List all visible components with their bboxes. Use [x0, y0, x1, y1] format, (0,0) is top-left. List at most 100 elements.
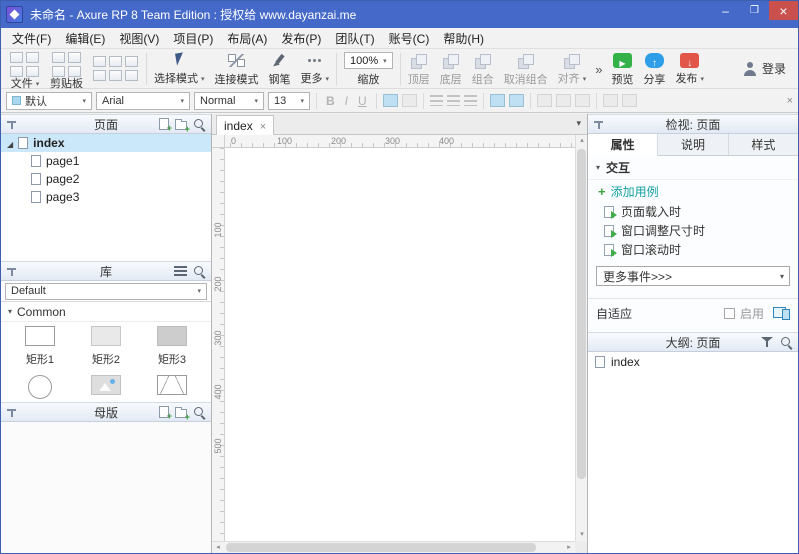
library-dropdown[interactable]: Default [5, 283, 207, 300]
pen-button[interactable]: 钢笔 [264, 51, 296, 87]
guides-icon[interactable] [125, 70, 138, 81]
formatbar-overflow-icon[interactable] [787, 95, 793, 107]
scroll-up-icon[interactable]: ▴ [576, 135, 588, 147]
vertical-scrollbar[interactable]: ▴ ▾ [575, 135, 587, 541]
grid-icon[interactable] [109, 70, 122, 81]
more-events-dropdown[interactable]: 更多事件>>> [596, 266, 790, 286]
canvas-tab-index[interactable]: index [216, 115, 274, 135]
group-button[interactable]: 组合 [467, 51, 499, 87]
widget-ellipse[interactable] [7, 375, 73, 399]
menu-edit[interactable]: 编辑(E) [58, 28, 112, 49]
copy-icon[interactable] [52, 66, 65, 77]
event-onwindowscroll[interactable]: 窗口滚动时 [588, 240, 798, 259]
align-right-icon[interactable] [464, 95, 477, 106]
widget-style-dropdown[interactable]: 默认 [6, 92, 92, 110]
new-file-icon[interactable] [10, 52, 23, 63]
line-style-icon[interactable] [556, 94, 571, 107]
corner-radius-icon[interactable] [622, 94, 637, 107]
bring-to-front-button[interactable]: 顶层 [403, 51, 435, 87]
replace-icon[interactable] [93, 70, 106, 81]
text-color-swatch[interactable] [383, 94, 398, 107]
fill-color-swatch[interactable] [490, 94, 505, 107]
share-button[interactable]: 分享 [638, 51, 670, 87]
widget-placeholder[interactable] [139, 375, 205, 399]
widget-image[interactable] [73, 375, 139, 399]
vertical-scroll-thumb[interactable] [577, 149, 586, 479]
redo-icon[interactable] [109, 56, 122, 67]
design-canvas[interactable] [225, 148, 575, 541]
widget-rectangle2[interactable]: 矩形2 [73, 326, 139, 367]
undo-icon[interactable] [93, 56, 106, 67]
select-mode-button[interactable]: 选择模式 [149, 51, 210, 87]
maximize-button[interactable] [740, 1, 769, 20]
menu-help[interactable]: 帮助(H) [436, 28, 491, 49]
print-icon[interactable] [26, 66, 39, 77]
scroll-left-icon[interactable]: ◂ [212, 542, 224, 554]
search-icon[interactable] [193, 406, 206, 419]
page-tree-item-index[interactable]: index [1, 134, 211, 152]
login-button[interactable]: 登录 [743, 51, 794, 87]
widget-rectangle1[interactable]: 矩形1 [7, 326, 73, 367]
cut-icon[interactable] [68, 52, 81, 63]
adaptive-enable-checkbox[interactable] [724, 308, 735, 319]
library-section-common[interactable]: Common [1, 302, 211, 322]
highlight-color-icon[interactable] [402, 94, 417, 107]
align-center-icon[interactable] [447, 95, 460, 106]
horizontal-scrollbar[interactable]: ◂ ▸ [212, 541, 575, 553]
pin-icon[interactable] [593, 119, 604, 130]
paste-icon[interactable] [52, 52, 65, 63]
ungroup-button[interactable]: 取消组合 [499, 51, 553, 87]
scroll-down-icon[interactable]: ▾ [576, 529, 588, 541]
event-onpageload[interactable]: 页面载入时 [588, 202, 798, 221]
add-case-link[interactable]: 添加用例 [588, 180, 798, 202]
toolbar-overflow-chevron[interactable] [591, 62, 606, 77]
horizontal-scroll-thumb[interactable] [226, 543, 536, 552]
pin-icon[interactable] [6, 266, 17, 277]
add-folder-icon[interactable] [175, 121, 187, 130]
search-icon[interactable] [193, 118, 206, 131]
menu-account[interactable]: 账号(C) [382, 28, 437, 49]
font-family-dropdown[interactable]: Arial [96, 92, 190, 110]
tab-properties[interactable]: 属性 [588, 134, 658, 156]
add-master-icon[interactable] [159, 406, 169, 418]
align-left-icon[interactable] [430, 95, 443, 106]
menu-file[interactable]: 文件(F) [5, 28, 58, 49]
file-group-label[interactable]: 文件 [11, 78, 40, 91]
align-button[interactable]: 对齐 [553, 51, 592, 87]
interactions-section-header[interactable]: 交互 [588, 156, 798, 180]
send-to-back-button[interactable]: 底层 [435, 51, 467, 87]
format-painter-icon[interactable] [68, 66, 81, 77]
outline-item-index[interactable]: index [588, 352, 798, 371]
line-width-icon[interactable] [537, 94, 552, 107]
pin-icon[interactable] [6, 407, 17, 418]
save-icon[interactable] [10, 66, 23, 77]
arrow-style-icon[interactable] [575, 94, 590, 107]
publish-button[interactable]: 发布 [670, 51, 709, 87]
tab-close-icon[interactable] [260, 119, 266, 133]
menu-publish[interactable]: 发布(P) [274, 28, 328, 49]
search-icon[interactable] [193, 265, 206, 278]
scroll-right-icon[interactable]: ▸ [563, 542, 575, 554]
event-onwindowresize[interactable]: 窗口调整尺寸时 [588, 221, 798, 240]
tab-list-chevron-icon[interactable] [576, 118, 581, 129]
menu-team[interactable]: 团队(T) [328, 28, 381, 49]
open-file-icon[interactable] [26, 52, 39, 63]
tab-notes[interactable]: 说明 [658, 134, 728, 155]
menu-arrange[interactable]: 布局(A) [220, 28, 274, 49]
zoom-dropdown[interactable]: 100% [344, 52, 393, 69]
menu-view[interactable]: 视图(V) [112, 28, 166, 49]
preview-button[interactable]: 预览 [606, 51, 638, 87]
tab-style[interactable]: 样式 [729, 134, 798, 155]
add-page-icon[interactable] [159, 118, 169, 130]
underline-button[interactable]: U [355, 94, 370, 108]
widget-rectangle3[interactable]: 矩形3 [139, 326, 205, 367]
close-button[interactable] [769, 1, 798, 20]
add-folder-icon[interactable] [175, 409, 187, 418]
connect-mode-button[interactable]: 连接模式 [210, 51, 264, 87]
font-weight-dropdown[interactable]: Normal [194, 92, 264, 110]
filter-icon[interactable] [761, 336, 774, 348]
page-tree-item-page1[interactable]: page1 [1, 152, 211, 170]
minimize-button[interactable] [711, 1, 740, 20]
more-tools-button[interactable]: 更多 [296, 51, 335, 87]
clipboard-group-label[interactable]: 剪贴板 [50, 78, 83, 90]
